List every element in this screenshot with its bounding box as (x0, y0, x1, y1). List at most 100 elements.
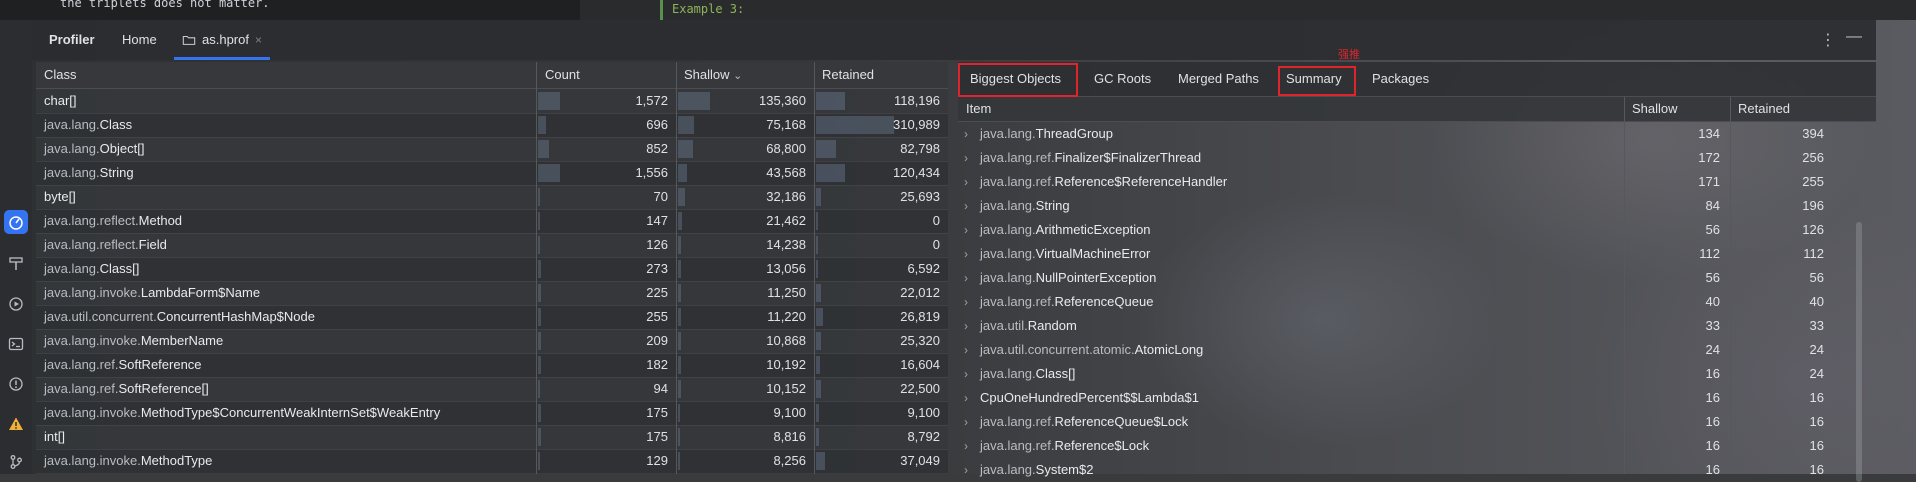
diff-marker (660, 0, 663, 20)
vertical-scrollbar[interactable] (1856, 222, 1862, 482)
tab-gc-roots[interactable]: GC Roots (1094, 62, 1151, 96)
tab-profiler[interactable]: Profiler (49, 20, 95, 60)
chevron-right-icon[interactable]: › (964, 146, 968, 170)
chevron-right-icon[interactable]: › (964, 314, 968, 338)
column-header-count[interactable]: Count (545, 62, 580, 88)
retained-value: 24 (1809, 366, 1824, 381)
tree-row[interactable]: › java.lang.Class[] 16 24 (958, 362, 1876, 386)
table-row[interactable]: java.lang.invoke.MemberName 209 10,868 25,3… (36, 329, 948, 354)
package-prefix: java.lang. (980, 126, 1036, 141)
run-icon[interactable] (4, 292, 28, 316)
column-header-retained[interactable]: Retained (822, 62, 874, 88)
table-row[interactable]: int[] 175 8,816 8,792 (36, 425, 948, 450)
tab-merged-paths[interactable]: Merged Paths (1178, 62, 1259, 96)
tree-row[interactable]: › java.lang.ArithmeticException 56 126 (958, 218, 1876, 242)
chevron-right-icon[interactable]: › (964, 410, 968, 434)
count-value: 696 (646, 117, 668, 132)
profiler-icon[interactable] (4, 210, 28, 234)
chevron-right-icon[interactable]: › (964, 242, 968, 266)
close-icon[interactable]: × (255, 20, 262, 60)
chevron-right-icon[interactable]: › (964, 194, 968, 218)
shallow-value: 40 (1705, 294, 1720, 309)
more-options-icon[interactable]: ⋮ (1820, 30, 1836, 50)
table-row[interactable]: java.lang.ref.SoftReference[] 94 10,152 22,… (36, 377, 948, 402)
table-row[interactable]: java.lang.invoke.LambdaForm$Name 225 11,25… (36, 281, 948, 306)
column-header-shallow[interactable]: Shallow (1632, 97, 1678, 121)
chevron-right-icon[interactable]: › (964, 122, 968, 146)
count-value: 126 (646, 237, 668, 252)
package-prefix: java.lang. (44, 141, 100, 156)
tree-row[interactable]: › java.lang.ref.Finalizer$FinalizerThread… (958, 146, 1876, 170)
tree-row[interactable]: › java.lang.VirtualMachineError 112 112 (958, 242, 1876, 266)
package-prefix: java.lang. (980, 270, 1036, 285)
table-row[interactable]: java.lang.invoke.MethodType 129 8,256 37,04… (36, 449, 948, 474)
minimize-icon[interactable]: — (1846, 28, 1862, 46)
shallow-value: 11,250 (767, 285, 806, 300)
table-row[interactable]: java.util.concurrent.ConcurrentHashMap$N… (36, 305, 948, 330)
table-row[interactable]: java.lang.invoke.MethodType$ConcurrentWe… (36, 401, 948, 426)
problems-icon[interactable] (4, 372, 28, 396)
retained-value: 16 (1809, 414, 1824, 429)
tab-home[interactable]: Home (122, 20, 157, 60)
object-name: java.lang.ref.Reference$ReferenceHandler (980, 170, 1227, 194)
shallow-value: 16 (1705, 414, 1720, 429)
column-header-retained[interactable]: Retained (1738, 97, 1790, 121)
table-row[interactable]: java.lang.String 1,556 43,568 120,434 (36, 161, 948, 186)
shallow-value: 68,800 (766, 141, 806, 156)
build-icon[interactable] (4, 252, 28, 276)
table-row[interactable]: byte[] 70 32,186 25,693 (36, 185, 948, 210)
retained-value: 118,196 (893, 93, 940, 108)
column-header-item[interactable]: Item (966, 97, 991, 121)
chevron-right-icon[interactable]: › (964, 266, 968, 290)
highlight-box-summary (1278, 66, 1356, 96)
tree-row[interactable]: › CpuOneHundredPercent$$Lambda$1 16 16 (958, 386, 1876, 410)
tree-row[interactable]: › java.lang.ref.ReferenceQueue 40 40 (958, 290, 1876, 314)
package-prefix: java.lang.ref. (980, 150, 1055, 165)
retained-value: 26,819 (900, 309, 940, 324)
tree-row[interactable]: › java.lang.ref.ReferenceQueue$Lock 16 16 (958, 410, 1876, 434)
class-table: Class Count Shallow ⌄ Retained char[] 1,5… (36, 62, 948, 474)
package-prefix: java.lang.reflect. (44, 213, 139, 228)
chevron-right-icon[interactable]: › (964, 362, 968, 386)
tree-row[interactable]: › java.lang.ref.Reference$ReferenceHandle… (958, 170, 1876, 194)
chevron-right-icon[interactable]: › (964, 338, 968, 362)
table-row[interactable]: java.lang.reflect.Field 126 14,238 0 (36, 233, 948, 258)
count-value: 175 (646, 429, 668, 444)
shallow-value: 135,360 (759, 93, 806, 108)
table-row[interactable]: char[] 1,572 135,360 118,196 (36, 89, 948, 114)
table-row[interactable]: java.lang.Class[] 273 13,056 6,592 (36, 257, 948, 282)
tree-row[interactable]: › java.util.Random 33 33 (958, 314, 1876, 338)
retained-value: 40 (1809, 294, 1824, 309)
terminal-icon[interactable] (4, 332, 28, 356)
retained-value: 16 (1809, 438, 1824, 453)
chevron-right-icon[interactable]: › (964, 218, 968, 242)
package-prefix: java.lang. (44, 165, 100, 180)
tree-row[interactable]: › java.lang.NullPointerException 56 56 (958, 266, 1876, 290)
table-row[interactable]: java.lang.Class 696 75,168 310,989 (36, 113, 948, 138)
column-header-class[interactable]: Class (44, 62, 77, 88)
table-row[interactable]: java.lang.Object[] 852 68,800 82,798 (36, 137, 948, 162)
chevron-right-icon[interactable]: › (964, 290, 968, 314)
package-prefix: java.lang.ref. (44, 357, 119, 372)
chevron-right-icon[interactable]: › (964, 386, 968, 410)
object-name: java.lang.ref.ReferenceQueue$Lock (980, 410, 1188, 434)
retained-value: 33 (1809, 318, 1824, 333)
table-row[interactable]: java.lang.reflect.Method 147 21,462 0 (36, 209, 948, 234)
shallow-value: 56 (1705, 222, 1720, 237)
tree-row[interactable]: › java.lang.ref.Reference$Lock 16 16 (958, 434, 1876, 458)
chevron-right-icon[interactable]: › (964, 458, 968, 482)
tree-row[interactable]: › java.util.concurrent.atomic.AtomicLong 2… (958, 338, 1876, 362)
count-value: 255 (646, 309, 668, 324)
retained-value: 16 (1809, 462, 1824, 477)
tree-row[interactable]: › java.lang.ThreadGroup 134 394 (958, 122, 1876, 146)
table-row[interactable]: java.lang.ref.SoftReference 182 10,192 16,6… (36, 353, 948, 378)
chevron-right-icon[interactable]: › (964, 434, 968, 458)
tab-packages[interactable]: Packages (1372, 62, 1429, 96)
tree-row[interactable]: › java.lang.System$2 16 16 (958, 458, 1876, 482)
tab-hprof-file[interactable]: as.hprof × (174, 20, 270, 60)
warning-icon[interactable] (4, 412, 28, 436)
git-icon[interactable] (4, 450, 28, 474)
chevron-right-icon[interactable]: › (964, 170, 968, 194)
column-header-shallow[interactable]: Shallow ⌄ (684, 62, 742, 88)
tree-row[interactable]: › java.lang.String 84 196 (958, 194, 1876, 218)
